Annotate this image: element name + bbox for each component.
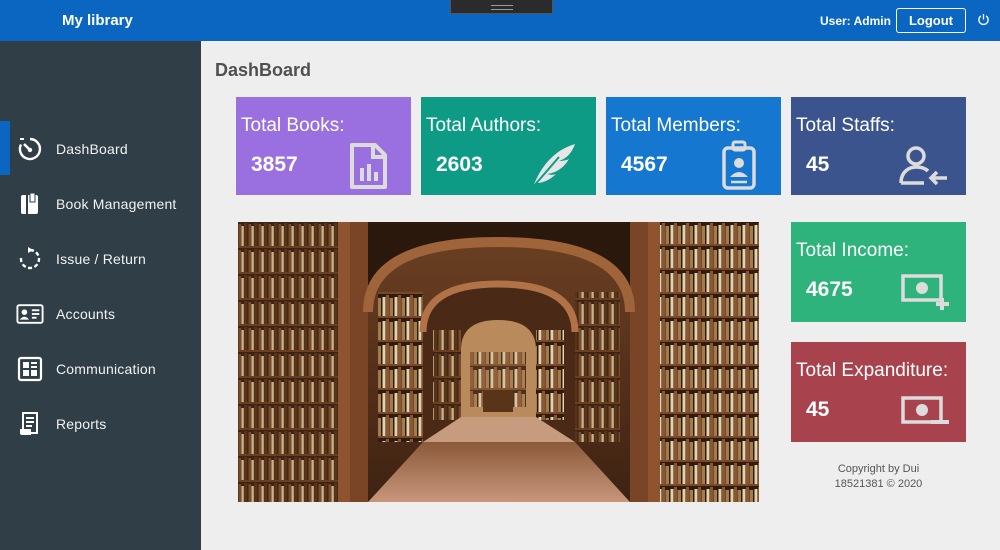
sidebar-item-book-management[interactable]: Book Management [0, 182, 201, 226]
sidebar-item-label: DashBoard [56, 141, 128, 157]
copyright-line: Copyright by Dui [837, 463, 920, 475]
total-expenditure-card[interactable]: Total Expanditure: 45 [791, 342, 966, 442]
dashboard-icon [16, 135, 44, 163]
sidebar-item-communication[interactable]: Communication [0, 347, 201, 391]
newspaper-icon [16, 355, 44, 383]
book-icon [16, 190, 44, 218]
total-income-card[interactable]: Total Income: 4675 [791, 222, 966, 322]
sidebar-item-reports[interactable]: Reports [0, 402, 201, 446]
card-value: 45 [806, 153, 830, 176]
money-plus-icon [901, 274, 949, 310]
card-value: 4567 [621, 153, 668, 176]
sidebar: DashBoard Book Management Issue / Return [0, 41, 201, 550]
feather-icon [532, 144, 575, 188]
id-badge-icon [722, 140, 756, 190]
money-minus-icon [901, 396, 949, 424]
card-value: 45 [806, 398, 830, 421]
total-members-card[interactable]: Total Members: 4567 [606, 97, 781, 195]
logout-button[interactable]: Logout [896, 8, 966, 33]
card-title: Total Authors: [426, 115, 542, 136]
id-card-icon [16, 300, 44, 328]
sidebar-item-label: Issue / Return [56, 251, 146, 267]
sidebar-item-issue-return[interactable]: Issue / Return [0, 237, 201, 281]
report-icon [16, 410, 44, 438]
top-bar: My library User: Admin Logout [0, 0, 1000, 41]
user-arrow-icon [899, 146, 947, 186]
sidebar-item-label: Accounts [56, 306, 116, 322]
app-title: My library [62, 12, 133, 29]
page-title: DashBoard [215, 60, 312, 80]
card-title: Total Staffs: [796, 115, 895, 136]
sidebar-item-label: Communication [56, 361, 156, 377]
card-title: Total Members: [611, 115, 741, 136]
sidebar-item-accounts[interactable]: Accounts [0, 292, 201, 336]
card-title: Total Income: [796, 240, 909, 261]
copyright-text: Copyright by Dui 18521381 © 2020 [791, 462, 966, 492]
sidebar-item-label: Book Management [56, 196, 177, 212]
total-staffs-card[interactable]: Total Staffs: 45 [791, 97, 966, 195]
library-photo [238, 222, 759, 502]
user-label: User: Admin [820, 14, 891, 28]
total-authors-card[interactable]: Total Authors: 2603 [421, 97, 596, 195]
refresh-icon [16, 245, 44, 273]
power-icon[interactable] [977, 13, 990, 26]
card-title: Total Expanditure: [796, 360, 949, 381]
card-value: 3857 [251, 153, 298, 176]
total-books-card[interactable]: Total Books: 3857 [236, 97, 411, 195]
sidebar-item-label: Reports [56, 416, 107, 432]
card-value: 2603 [436, 153, 483, 176]
window-drag-handle[interactable] [450, 0, 553, 14]
report-chart-icon [350, 143, 387, 189]
sidebar-item-dashboard[interactable]: DashBoard [0, 121, 201, 175]
card-title: Total Books: [241, 115, 345, 136]
card-value: 4675 [806, 278, 853, 301]
copyright-line: 18521381 © 2020 [834, 478, 923, 490]
